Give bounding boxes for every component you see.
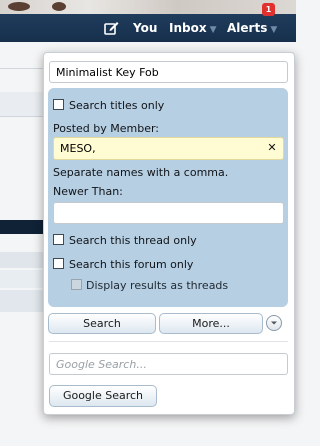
header-banner: [0, 0, 296, 14]
this-forum-label: Search this forum only: [69, 258, 194, 271]
this-thread-label: Search this thread only: [69, 234, 197, 247]
page-content-strip: [0, 270, 44, 288]
titles-only-label: Search titles only: [69, 99, 165, 112]
more-options-button[interactable]: More...: [159, 313, 263, 334]
top-navbar: You Inbox ▼ Alerts ▼: [0, 14, 296, 42]
titles-only-checkbox[interactable]: [53, 99, 64, 110]
keyword-search-input[interactable]: [49, 61, 288, 83]
page-content-strip: [0, 252, 44, 268]
this-forum-checkbox[interactable]: [53, 258, 64, 269]
google-search-button[interactable]: Google Search: [49, 385, 157, 407]
display-as-threads-checkbox[interactable]: [71, 279, 82, 290]
display-as-threads-label: Display results as threads: [86, 279, 229, 292]
page-content-bar: [0, 220, 44, 234]
alerts-count-badge: 1: [262, 3, 275, 16]
page-content-strip: [0, 92, 44, 116]
member-name-input[interactable]: [53, 137, 284, 160]
chevron-down-icon: ▼: [270, 25, 278, 35]
section-divider: [49, 341, 288, 342]
edit-icon[interactable]: [104, 21, 119, 35]
nav-alerts[interactable]: Alerts ▼: [227, 14, 277, 42]
banner-image-detail: [8, 2, 30, 11]
clear-icon[interactable]: ✕: [265, 141, 279, 155]
search-button[interactable]: Search: [48, 313, 156, 334]
separate-names-hint: Separate names with a comma.: [53, 166, 229, 179]
page-divider: [0, 116, 44, 117]
posted-by-label: Posted by Member:: [53, 122, 160, 135]
page-content-strip: [0, 290, 44, 312]
page-divider: [0, 68, 44, 69]
chevron-down-icon: ▼: [209, 25, 217, 35]
this-thread-checkbox[interactable]: [53, 234, 64, 245]
search-options-panel: Search titles only Posted by Member: ✕ S…: [48, 88, 288, 307]
search-popup: Search titles only Posted by Member: ✕ S…: [43, 52, 295, 415]
chevron-down-icon: [271, 321, 277, 325]
more-options-toggle[interactable]: [266, 315, 282, 331]
newer-than-date-input[interactable]: [53, 202, 284, 224]
banner-image-detail: [52, 2, 66, 11]
nav-inbox[interactable]: Inbox ▼: [169, 14, 217, 42]
google-search-input[interactable]: [49, 353, 288, 375]
nav-you[interactable]: You: [133, 14, 157, 42]
newer-than-label: Newer Than:: [53, 185, 123, 198]
